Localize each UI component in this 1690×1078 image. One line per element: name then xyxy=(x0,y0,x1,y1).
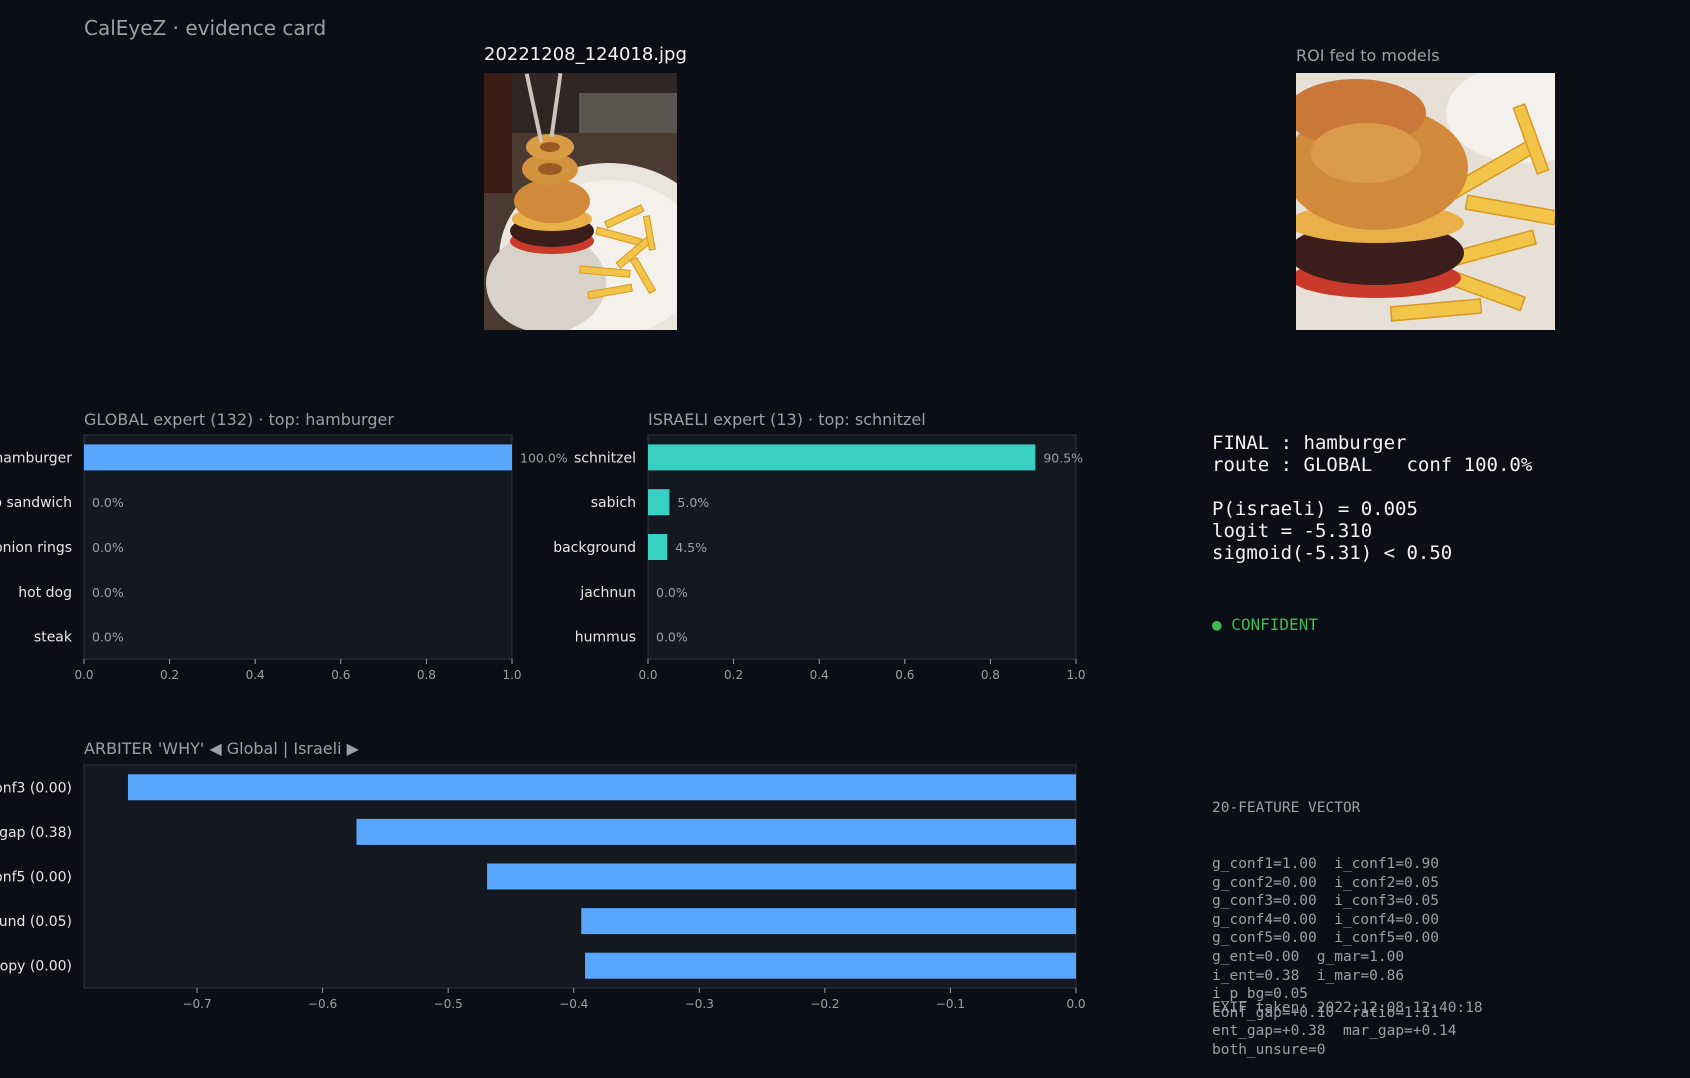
feature-line: g_conf2=0.00 i_conf2=0.05 xyxy=(1212,874,1439,891)
route-line: route : GLOBAL conf 100.0% xyxy=(1212,454,1533,476)
bar-background xyxy=(648,534,668,560)
final-result-block: FINAL : hamburger route : GLOBAL conf 100… xyxy=(1212,432,1532,564)
feature-line: i_ent=0.38 i_mar=0.86 xyxy=(1212,967,1405,984)
value-label: 4.5% xyxy=(675,540,707,555)
category-label: hummus xyxy=(575,630,636,646)
x-tick-label: −0.5 xyxy=(434,997,463,1011)
x-tick-label: 0.8 xyxy=(417,668,436,682)
arbiter-bar xyxy=(487,863,1076,890)
arbiter-feature-label: i_conf5 (0.00) xyxy=(0,870,72,886)
x-tick-label: 0.8 xyxy=(981,668,1000,682)
feature-line: both_unsure=0 xyxy=(1212,1041,1326,1058)
x-tick-label: 0.0 xyxy=(1066,997,1085,1011)
x-tick-label: −0.7 xyxy=(182,997,211,1011)
x-tick-label: 0.6 xyxy=(331,668,350,682)
arbiter-bar xyxy=(356,818,1076,845)
category-label: background xyxy=(553,540,636,556)
value-label: 0.0% xyxy=(92,495,124,510)
exif-timestamp: EXIF taken: 2022:12:08 12:40:18 xyxy=(1212,1000,1483,1016)
feature-line: g_conf1=1.00 i_conf1=0.90 xyxy=(1212,855,1439,872)
confidence-status: ● CONFIDENT xyxy=(1212,615,1318,634)
category-label: hot dog xyxy=(18,585,72,601)
bar-sabich xyxy=(648,489,670,516)
p-israeli-line: P(israeli) = 0.005 xyxy=(1212,498,1418,520)
x-tick-label: 0.2 xyxy=(724,668,743,682)
category-label: onion rings xyxy=(0,540,72,556)
arbiter-feature-label: g_entropy (0.00) xyxy=(0,959,72,975)
feature-line: g_ent=0.00 g_mar=1.00 xyxy=(1212,948,1405,965)
arbiter-bar xyxy=(585,952,1076,979)
x-tick-label: −0.6 xyxy=(308,997,337,1011)
x-tick-label: 1.0 xyxy=(502,668,521,682)
value-label: 0.0% xyxy=(656,585,688,600)
value-label: 0.0% xyxy=(92,540,124,555)
x-tick-label: 0.4 xyxy=(810,668,829,682)
feature-line: ent_gap=+0.38 mar_gap=+0.14 xyxy=(1212,1023,1457,1040)
logit-line: logit = -5.310 xyxy=(1212,520,1373,542)
value-label: 0.0% xyxy=(656,630,688,645)
x-tick-label: −0.1 xyxy=(936,997,965,1011)
x-tick-label: 0.2 xyxy=(160,668,179,682)
category-label: sabich xyxy=(591,495,636,511)
value-label: 0.0% xyxy=(92,585,124,600)
value-label: 90.5% xyxy=(1043,450,1083,465)
x-tick-label: −0.3 xyxy=(685,997,714,1011)
feature-line: g_conf5=0.00 i_conf5=0.00 xyxy=(1212,930,1439,947)
category-label: steak xyxy=(34,630,73,646)
israeli-expert-chart: ISRAELI expert (13) · top: schnitzel sch… xyxy=(553,410,1085,682)
category-label: hamburger xyxy=(0,450,72,466)
sigmoid-line: sigmoid(-5.31) < 0.50 xyxy=(1212,542,1453,564)
arbiter-feature-label: g_conf3 (0.00) xyxy=(0,780,72,796)
bar-hamburger xyxy=(84,444,512,471)
global-expert-chart: GLOBAL expert (132) · top: hamburger ham… xyxy=(0,410,568,682)
x-tick-label: −0.2 xyxy=(810,997,839,1011)
category-label: schnitzel xyxy=(574,450,636,466)
arbiter-feature-label: i_p_background (0.05) xyxy=(0,914,72,930)
feature-line: g_conf3=0.00 i_conf3=0.05 xyxy=(1212,893,1439,910)
israeli-chart-title: ISRAELI expert (13) · top: schnitzel xyxy=(648,410,926,429)
x-tick-label: 0.6 xyxy=(895,668,914,682)
arbiter-feature-label: ent_gap (0.38) xyxy=(0,825,72,841)
feature-vector-heading: 20-FEATURE VECTOR xyxy=(1212,800,1361,817)
category-label: jachnun xyxy=(579,585,636,601)
feature-vector-block: 20-FEATURE VECTOR g_conf1=1.00 i_conf1=0… xyxy=(1212,762,1456,1078)
x-tick-label: 0.0 xyxy=(638,668,657,682)
feature-line: g_conf4=0.00 i_conf4=0.00 xyxy=(1212,911,1439,928)
x-tick-label: 0.0 xyxy=(74,668,93,682)
x-tick-label: 1.0 xyxy=(1066,668,1085,682)
x-tick-label: −0.4 xyxy=(559,997,588,1011)
value-label: 0.0% xyxy=(92,630,124,645)
category-label: club sandwich xyxy=(0,495,72,511)
value-label: 100.0% xyxy=(520,450,568,465)
global-chart-title: GLOBAL expert (132) · top: hamburger xyxy=(84,410,394,429)
x-tick-label: 0.4 xyxy=(246,668,265,682)
bar-schnitzel xyxy=(648,444,1036,471)
value-label: 5.0% xyxy=(677,495,709,510)
arbiter-chart-title: ARBITER 'WHY' ◀ Global | Israeli ▶ xyxy=(84,739,360,758)
arbiter-bar xyxy=(127,774,1077,801)
arbiter-bar xyxy=(581,908,1076,935)
arbiter-why-chart: ARBITER 'WHY' ◀ Global | Israeli ▶ g_con… xyxy=(0,739,1086,1011)
final-line: FINAL : hamburger xyxy=(1212,432,1407,454)
